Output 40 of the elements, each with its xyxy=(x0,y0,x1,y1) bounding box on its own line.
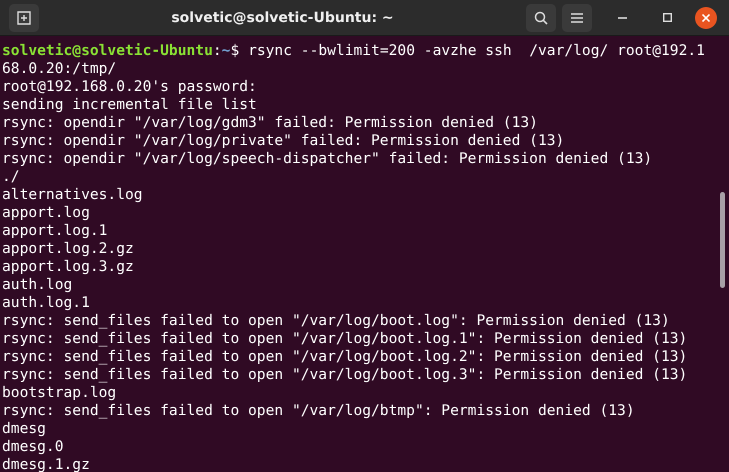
prompt-path: ~ xyxy=(222,42,230,59)
search-button[interactable] xyxy=(526,4,556,32)
close-button[interactable] xyxy=(695,6,717,28)
terminal-line: rsync: send_files failed to open "/var/log/boot.log.2": Permission denied (13) xyxy=(2,348,688,365)
terminal-line: alternatives.log xyxy=(2,186,143,203)
menu-button[interactable] xyxy=(562,4,592,32)
terminal-line: 68.0.20:/tmp/ xyxy=(2,60,116,77)
prompt-symbol: $ xyxy=(230,42,240,59)
terminal-line: rsync: send_files failed to open "/var/log/boot.log.3": Permission denied (13) xyxy=(2,366,688,383)
prompt-user-host: solvetic@solvetic-Ubuntu xyxy=(2,42,213,59)
terminal-line: auth.log xyxy=(2,276,72,293)
new-tab-icon xyxy=(17,10,31,24)
scrollbar-thumb[interactable] xyxy=(720,192,725,288)
menu-icon xyxy=(571,12,583,22)
terminal-line: bootstrap.log xyxy=(2,384,116,401)
maximize-icon xyxy=(662,13,672,22)
prompt-separator: : xyxy=(212,42,222,59)
terminal-line: rsync: send_files failed to open "/var/log/boot.log": Permission denied (13) xyxy=(2,312,670,329)
terminal-line: sending incremental file list xyxy=(2,96,257,113)
terminal-line: rsync: send_files failed to open "/var/log/boot.log.1": Permission denied (13) xyxy=(2,330,688,347)
terminal-line: ./ xyxy=(2,168,20,185)
terminal-line: rsync: send_files failed to open "/var/log/btmp": Permission denied (13) xyxy=(2,402,635,419)
terminal-line: dmesg xyxy=(2,420,46,437)
terminal-line: apport.log xyxy=(2,204,90,221)
terminal-line: rsync: opendir "/var/log/private" failed: Permission denied (13) xyxy=(2,132,564,149)
close-icon xyxy=(702,14,710,22)
terminal-line: apport.log.2.gz xyxy=(2,240,134,257)
terminal-line: apport.log.1 xyxy=(2,222,108,239)
terminal-line: rsync: opendir "/var/log/speech-dispatcher" failed: Permission denied (13) xyxy=(2,150,652,167)
minimize-icon xyxy=(618,16,626,18)
terminal-line: root@192.168.0.20's password: xyxy=(2,78,257,95)
search-icon xyxy=(534,10,548,24)
terminal-line: auth.log.1 xyxy=(2,294,90,311)
window-title: solvetic@solvetic-Ubuntu: ~ xyxy=(170,10,395,26)
terminal-line: dmesg.0 xyxy=(2,438,64,455)
terminal-line: dmesg.1.gz xyxy=(2,456,90,472)
new-tab-button[interactable] xyxy=(9,4,39,32)
terminal-line: apport.log.3.gz xyxy=(2,258,134,275)
terminal-line: rsync: opendir "/var/log/gdm3" failed: Permission denied (13) xyxy=(2,114,538,131)
command-text: rsync --bwlimit=200 -avzhe ssh /var/log/ root@192.1 xyxy=(248,42,705,59)
